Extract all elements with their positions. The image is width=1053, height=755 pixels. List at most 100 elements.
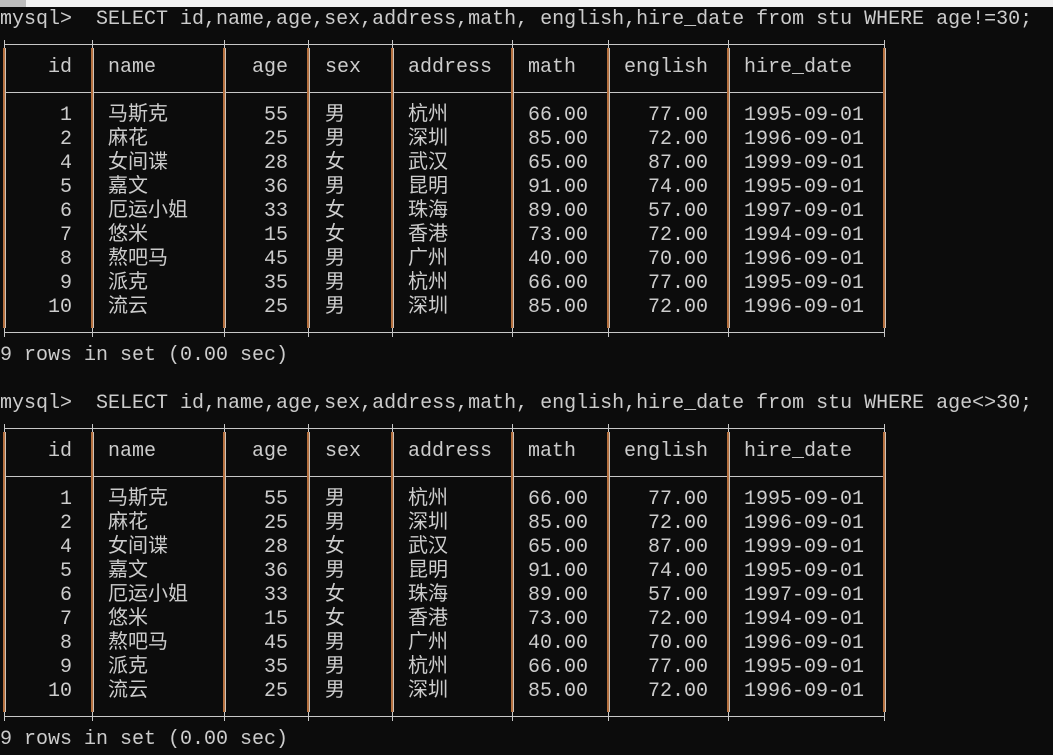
table-cell-english: 77.00 [647,656,708,679]
table-cell-math: 89.00 [528,200,589,223]
table-border-vertical [883,48,885,328]
table-cell-english: 77.00 [647,488,708,511]
table-border-corner [304,712,313,721]
table-cell-age: 25 [263,296,288,319]
table-cell-age: 33 [263,200,288,223]
sql-command: SELECT id,name,age,sex,address,math, eng… [96,8,1033,31]
table-cell-id: 4 [59,536,72,559]
table-cell-name: 流云 [108,296,148,319]
table-cell-age: 36 [263,176,288,199]
table-cell-hire-date: 1996-09-01 [744,632,865,655]
table-border-vertical [391,432,393,712]
window-top-strip [0,0,1053,7]
prompt: mysql> [0,392,73,415]
table-cell-age: 45 [263,632,288,655]
table-cell-hire-date: 1996-09-01 [744,248,865,271]
column-header-age: age [251,440,288,463]
table-cell-hire-date: 1996-09-01 [744,296,865,319]
column-header-english: english [623,56,708,79]
table-cell-age: 45 [263,248,288,271]
table-cell-age: 25 [263,680,288,703]
table-cell-sex: 男 [325,296,345,319]
table-border-vertical [91,432,93,712]
table-cell-address: 杭州 [408,656,448,679]
table-cell-hire-date: 1995-09-01 [744,560,865,583]
table-border-vertical [511,432,513,712]
table-cell-math: 85.00 [528,296,589,319]
table-cell-id: 10 [47,680,72,703]
column-header-english: english [623,440,708,463]
table-border-line [4,716,884,717]
table-border-vertical [727,432,729,712]
table-cell-name: 女间谍 [108,536,168,559]
table-cell-math: 91.00 [528,560,589,583]
table-cell-math: 85.00 [528,680,589,703]
table-cell-id: 2 [59,128,72,151]
table-cell-sex: 女 [325,152,345,175]
table-cell-math: 40.00 [528,248,589,271]
table-cell-id: 7 [59,608,72,631]
table-border-vertical [307,48,309,328]
column-header-hire-date: hire_date [744,440,853,463]
table-cell-name: 熬吧马 [108,248,168,271]
table-cell-age: 35 [263,656,288,679]
table-cell-sex: 男 [325,128,345,151]
table-border-corner [508,712,517,721]
table-cell-name: 悠米 [108,608,148,631]
table-cell-id: 10 [47,296,72,319]
command-line: mysql> SELECT id,name,age,sex,address,ma… [0,392,1032,416]
table-cell-english: 87.00 [647,536,708,559]
table-cell-sex: 男 [325,176,345,199]
table-cell-math: 85.00 [528,128,589,151]
table-cell-hire-date: 1996-09-01 [744,128,865,151]
table-cell-sex: 女 [325,224,345,247]
table-cell-address: 广州 [408,248,448,271]
table-cell-name: 悠米 [108,224,148,247]
table-border-corner [0,328,9,337]
table-border-corner [880,712,889,721]
table-cell-sex: 女 [325,608,345,631]
table-cell-math: 66.00 [528,488,589,511]
table-cell-hire-date: 1995-09-01 [744,272,865,295]
column-header-math: math [528,440,577,463]
table-cell-hire-date: 1995-09-01 [744,488,865,511]
table-cell-address: 深圳 [408,680,448,703]
table-cell-math: 73.00 [528,224,589,247]
prompt: mysql> [0,8,73,31]
table-cell-name: 流云 [108,680,148,703]
table-cell-english: 57.00 [647,200,708,223]
table-border-vertical [307,432,309,712]
table-cell-english: 72.00 [647,680,708,703]
table-cell-address: 深圳 [408,128,448,151]
table-border-corner [88,712,97,721]
table-cell-english: 77.00 [647,104,708,127]
table-cell-name: 嘉文 [108,176,148,199]
table-cell-age: 36 [263,560,288,583]
table-cell-sex: 女 [325,536,345,559]
table-border-vertical [391,48,393,328]
table-border-corner [220,328,229,337]
result-summary: 9 rows in set (0.00 sec) [0,728,289,751]
table-cell-math: 89.00 [528,584,589,607]
table-cell-id: 5 [59,560,72,583]
table-cell-age: 35 [263,272,288,295]
table-border-vertical [607,432,609,712]
table-cell-english: 70.00 [647,632,708,655]
table-cell-sex: 男 [325,656,345,679]
table-cell-id: 5 [59,176,72,199]
table-cell-english: 72.00 [647,224,708,247]
table-cell-math: 73.00 [528,608,589,631]
table-cell-english: 74.00 [647,176,708,199]
table-cell-sex: 男 [325,488,345,511]
column-header-sex: sex [325,440,362,463]
command-line: mysql> SELECT id,name,age,sex,address,ma… [0,8,1032,32]
table-cell-hire-date: 1994-09-01 [744,224,865,247]
table-cell-address: 珠海 [408,200,448,223]
table-cell-address: 昆明 [408,560,448,583]
table-border-corner [604,712,613,721]
table-cell-id: 9 [59,656,72,679]
table-border-corner [508,328,517,337]
table-cell-age: 28 [263,152,288,175]
table-cell-name: 麻花 [108,128,148,151]
table-border-corner [304,328,313,337]
